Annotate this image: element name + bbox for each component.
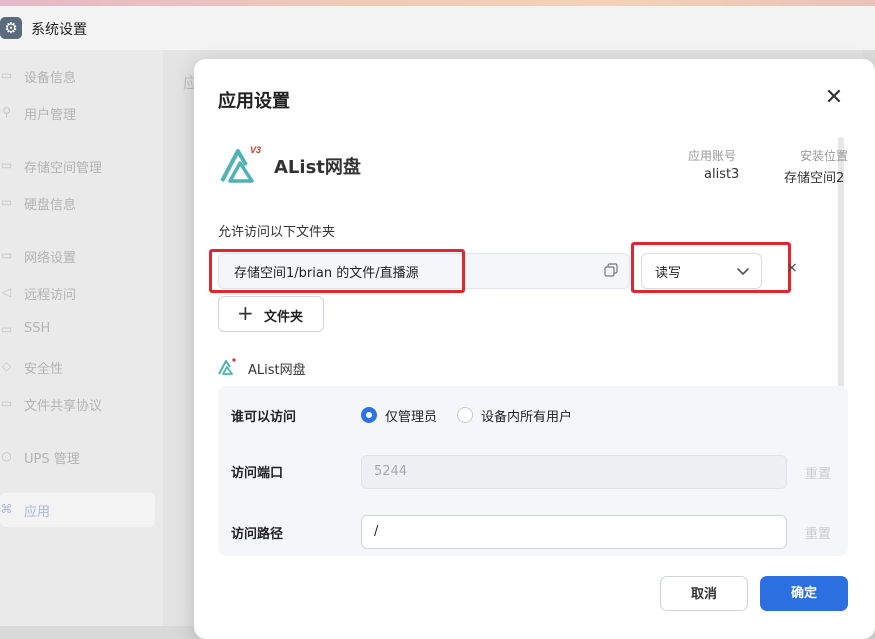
network-icon: ▭ <box>0 248 13 262</box>
sidebar-item-label: 应用 <box>24 505 51 520</box>
close-icon[interactable]: ✕ <box>822 87 846 111</box>
radio-admin-only[interactable] <box>361 407 377 423</box>
disk-icon: ▭ <box>0 195 13 209</box>
sidebar: ▭ 设备信息 ⚲ 用户管理 ▭ 存储空间管理 ▭ 硬盘信息 ▭ 网络设置 ◁ 远… <box>0 50 163 626</box>
storage-icon: ▭ <box>0 158 13 172</box>
sidebar-item-label: 用户管理 <box>24 108 77 123</box>
sidebar-item-label: SSH <box>24 321 51 336</box>
ups-icon: ○ <box>1 449 12 463</box>
terminal-icon: ▭ <box>0 322 13 336</box>
sidebar-item-label: 硬盘信息 <box>24 198 77 213</box>
sub-app-name: AList网盘 <box>248 363 306 378</box>
app-version-badge: V3 <box>250 145 261 155</box>
sidebar-item-label: 文件共享协议 <box>24 399 103 414</box>
port-field: 5244 <box>361 455 787 489</box>
radio-all-users-label[interactable]: 设备内所有用户 <box>481 406 572 425</box>
sidebar-item-disk-info[interactable]: ▭ 硬盘信息 <box>0 186 155 220</box>
title-bar: ⚙ 系统设置 <box>0 6 875 50</box>
access-path-value: / <box>374 524 379 539</box>
send-icon: ◁ <box>1 285 12 299</box>
sidebar-item-label: 网络设置 <box>24 251 77 266</box>
app-settings-panel: 谁可以访问 仅管理员 设备内所有用户 访问端口 5244 重置 访问路径 / 重… <box>218 386 848 556</box>
location-label: 安装位置 <box>800 149 849 163</box>
alist-logo-icon: V3 <box>220 145 261 183</box>
app-settings-dialog: 应用设置 ✕ V3 AList网盘 应用账号 alist3 安装位置 存储空间2… <box>194 59 875 639</box>
gear-icon: ⚙ <box>0 17 22 39</box>
sidebar-item-network-settings[interactable]: ▭ 网络设置 <box>0 239 155 273</box>
app-name: AList网盘 <box>274 157 361 178</box>
port-label: 访问端口 <box>231 466 284 481</box>
account-label: 应用账号 <box>688 149 737 163</box>
location-value: 存储空间2 <box>784 171 845 186</box>
sidebar-item-label: 安全性 <box>24 362 64 377</box>
sidebar-item-device-info[interactable]: ▭ 设备信息 <box>0 59 155 93</box>
sidebar-item-ssh[interactable]: ▭ SSH <box>0 313 155 347</box>
account-value: alist3 <box>704 167 740 182</box>
alist-small-logo-icon <box>218 358 236 375</box>
apps-icon: ⌘ <box>0 502 13 516</box>
sidebar-item-label: 设备信息 <box>24 71 77 86</box>
copy-icon[interactable] <box>604 263 618 277</box>
sidebar-item-storage-management[interactable]: ▭ 存储空间管理 <box>0 149 155 183</box>
add-folder-button[interactable]: + 文件夹 <box>218 296 324 332</box>
shield-icon: ◇ <box>1 359 12 373</box>
sidebar-item-ups[interactable]: ○ UPS 管理 <box>0 440 155 474</box>
port-reset-button[interactable]: 重置 <box>805 463 831 482</box>
radio-all-users[interactable] <box>457 407 473 423</box>
add-folder-label: 文件夹 <box>264 310 304 325</box>
access-label: 谁可以访问 <box>231 410 297 425</box>
sidebar-item-remote-access[interactable]: ◁ 远程访问 <box>0 276 155 310</box>
window-title: 系统设置 <box>31 22 87 38</box>
plus-icon: + <box>237 301 254 325</box>
port-value: 5244 <box>374 464 408 479</box>
path-label: 访问路径 <box>231 527 284 542</box>
cancel-button[interactable]: 取消 <box>660 576 748 611</box>
remove-folder-icon[interactable]: × <box>786 260 798 276</box>
highlight-box-permission <box>631 242 791 293</box>
file-share-icon: ▭ <box>0 396 13 410</box>
highlight-box-path <box>209 249 465 293</box>
dialog-title: 应用设置 <box>218 91 290 112</box>
user-icon: ⚲ <box>2 105 11 119</box>
radio-admin-only-label[interactable]: 仅管理员 <box>385 406 437 425</box>
device-icon: ▭ <box>0 68 13 82</box>
sidebar-item-file-sharing[interactable]: ▭ 文件共享协议 <box>0 387 155 421</box>
sidebar-item-label: 存储空间管理 <box>24 161 103 176</box>
sidebar-item-label: UPS 管理 <box>24 452 80 467</box>
sidebar-item-label: 远程访问 <box>24 288 77 303</box>
access-path-field[interactable]: / <box>361 515 787 549</box>
sidebar-item-user-management[interactable]: ⚲ 用户管理 <box>0 96 155 130</box>
path-reset-button[interactable]: 重置 <box>805 523 831 542</box>
sidebar-item-apps[interactable]: ⌘ 应用 <box>0 493 155 527</box>
folder-section-label: 允许访问以下文件夹 <box>218 225 336 240</box>
confirm-button[interactable]: 确定 <box>760 576 848 611</box>
sidebar-item-security[interactable]: ◇ 安全性 <box>0 350 155 384</box>
